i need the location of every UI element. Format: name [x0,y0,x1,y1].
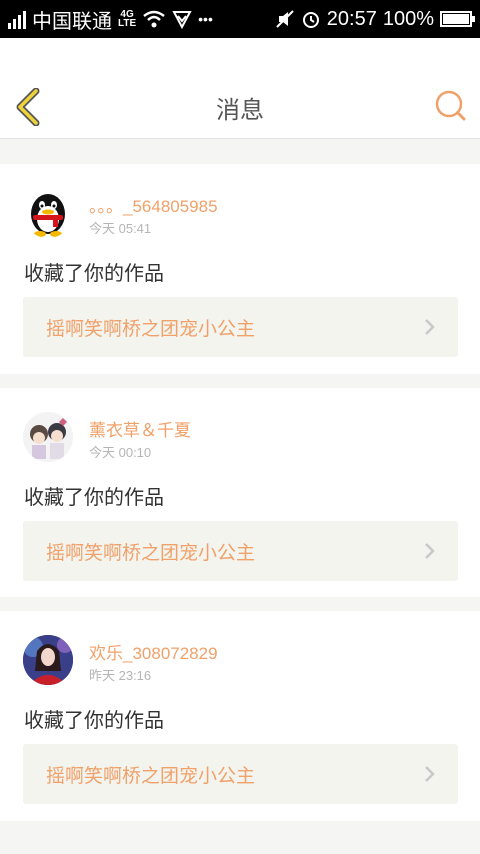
message-card: 欢乐_308072829 昨天 23:16 收藏了你的作品 摇啊笑啊桥之团宠小公… [0,611,480,821]
carrier-label: 中国联通 [32,10,112,33]
battery-percent: 100% [382,7,434,30]
mute-icon [276,10,294,28]
status-bar: 中国联通 4G LTE ••• 20:57 100% [0,0,480,38]
battery-icon [440,11,475,27]
alarm-icon [302,12,319,28]
action-text: 收藏了你的作品 [24,261,164,285]
anime-avatar [23,412,73,462]
network-type: 4G LTE [118,10,137,29]
username[interactable]: 。。。_564805985 [89,192,218,217]
work-link[interactable]: 摇啊笑啊桥之团宠小公主 [23,297,458,357]
avatar[interactable] [23,188,73,238]
action-text: 收藏了你的作品 [24,485,164,509]
message-card: 。。。_564805985 今天 05:41 收藏了你的作品 摇啊笑啊桥之团宠小… [0,164,480,374]
action-text: 收藏了你的作品 [24,708,164,732]
portrait-avatar [23,635,73,685]
timestamp: 今天 05:41 [89,221,152,236]
more-notifications: ••• [198,11,213,27]
username[interactable]: 薰衣草＆千夏 [89,416,191,441]
work-link[interactable]: 摇啊笑啊桥之团宠小公主 [23,744,458,804]
qq-penguin-avatar [31,194,65,237]
search-button[interactable] [434,89,468,123]
chevron-right-icon [425,543,435,559]
vpn-shield-icon [172,11,192,29]
network-sub-label: LTE [118,18,137,29]
timestamp: 昨天 23:16 [89,668,152,683]
clock-label: 20:57 [326,7,377,30]
username[interactable]: 欢乐_308072829 [89,639,218,664]
chevron-right-icon [425,766,435,782]
wifi-icon [143,10,165,28]
page-title: 消息 [216,96,264,124]
status-right: 20:57 100% [275,7,475,31]
message-card: 薰衣草＆千夏 今天 00:10 收藏了你的作品 摇啊笑啊桥之团宠小公主 [0,388,480,597]
timestamp: 今天 00:10 [89,445,152,460]
app-header: 消息 [0,38,480,139]
status-left: 中国联通 4G LTE ••• [8,5,213,34]
chevron-right-icon [425,319,435,335]
work-title: 摇啊笑啊桥之团宠小公主 [46,765,256,787]
work-link[interactable]: 摇啊笑啊桥之团宠小公主 [23,521,458,581]
work-title: 摇啊笑啊桥之团宠小公主 [46,318,256,340]
signal-icon [8,9,26,29]
avatar[interactable] [23,635,73,685]
work-title: 摇啊笑啊桥之团宠小公主 [46,542,256,564]
avatar[interactable] [23,412,73,462]
